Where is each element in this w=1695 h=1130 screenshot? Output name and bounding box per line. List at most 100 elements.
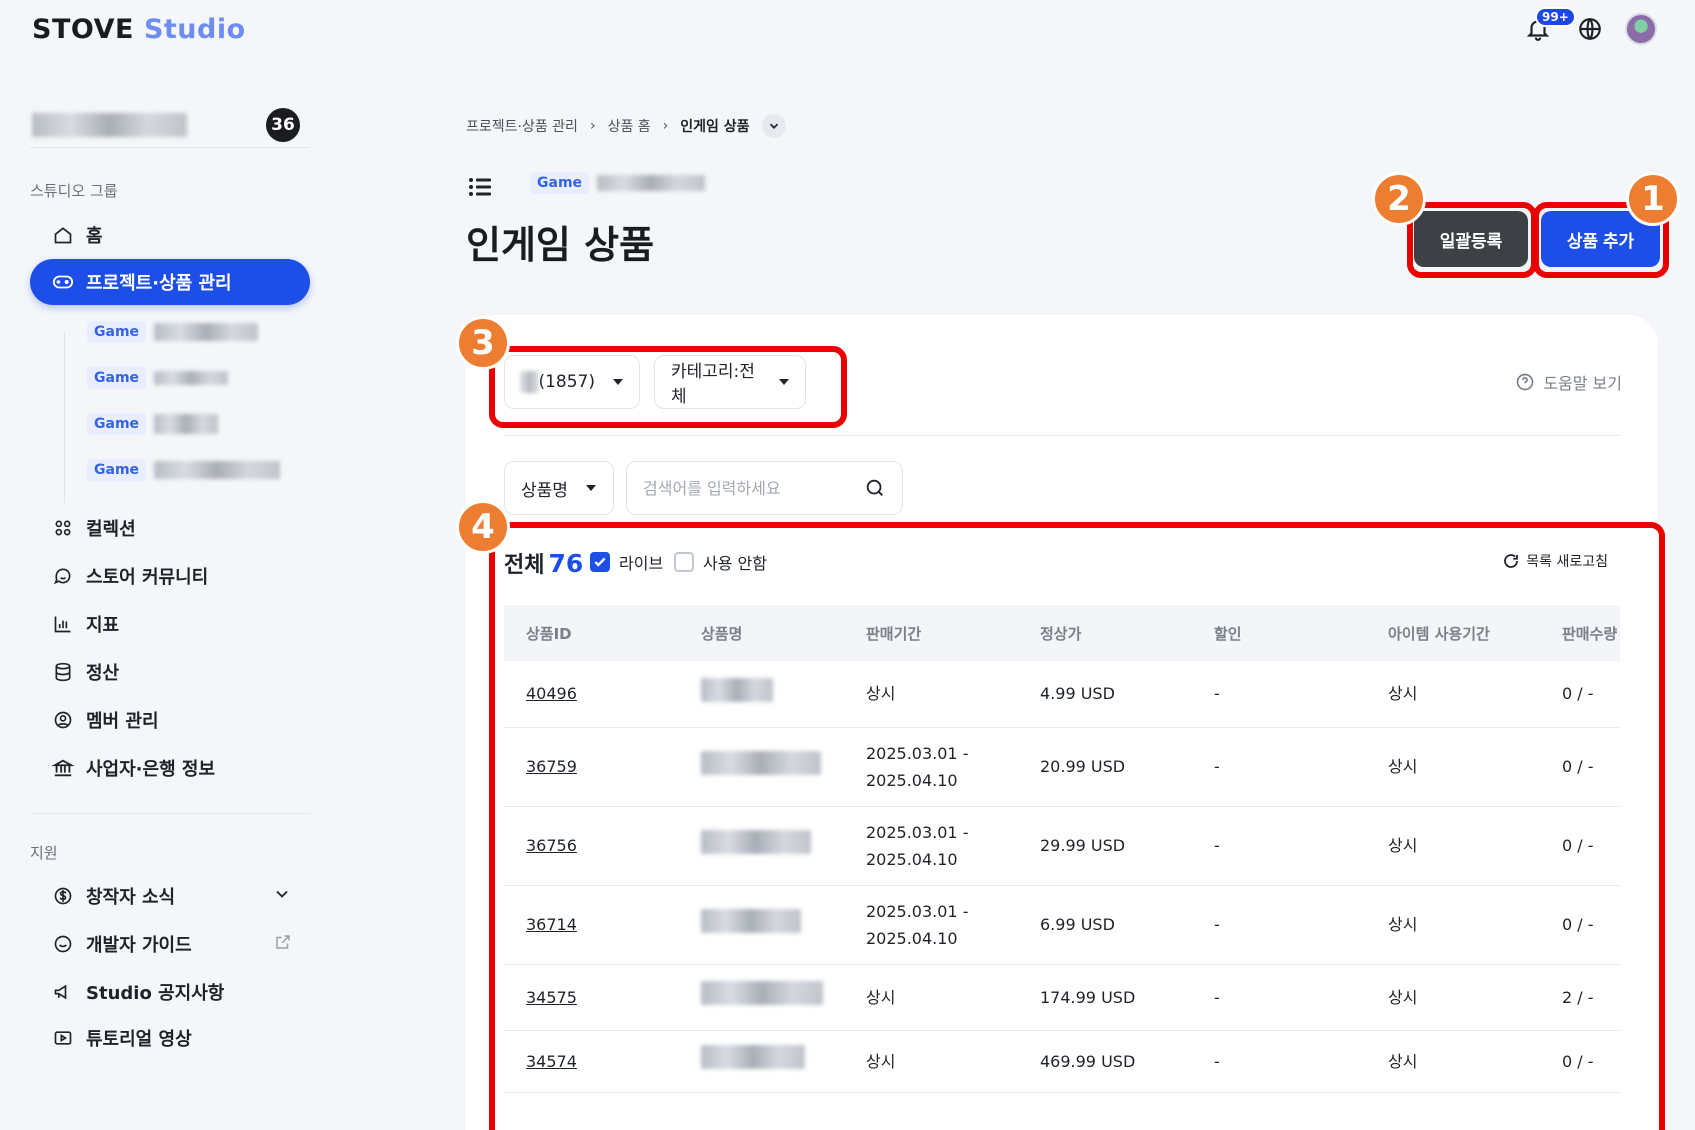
sidebar-divider: [30, 147, 310, 148]
refresh-label: 목록 새로고침: [1526, 554, 1608, 570]
sidebar-item-collection[interactable]: 컬렉션: [30, 505, 310, 551]
product-id-link[interactable]: 36759: [526, 757, 577, 776]
server-dropdown[interactable]: (1857): [504, 355, 640, 409]
search-icon[interactable]: [864, 477, 886, 499]
sidebar-game-4[interactable]: Game: [87, 456, 281, 484]
annotation-marker-3: 3: [456, 316, 510, 370]
sale-period-start: 2025.03.01 -: [866, 901, 969, 921]
header-regular-price[interactable]: 정상가: [1018, 605, 1192, 661]
sold-count: 2 / -: [1540, 964, 1620, 1031]
search-box: [626, 461, 903, 515]
search-type-dropdown[interactable]: 상품명: [504, 461, 614, 515]
sidebar: 36 스튜디오 그룹 홈 프로젝트·상품 관리 Game Game Game G…: [0, 85, 320, 1130]
sold-count: 0 / -: [1540, 661, 1620, 728]
game-chip: Game: [87, 321, 147, 343]
header-discount[interactable]: 할인: [1192, 605, 1366, 661]
notification-button[interactable]: 99+: [1521, 7, 1576, 46]
breadcrumb-product-home[interactable]: 상품 홈: [608, 116, 651, 136]
live-label: 라이브: [619, 554, 664, 573]
sidebar-item-label: 튜토리얼 영상: [86, 1029, 192, 1050]
product-name-blurred: [701, 908, 801, 933]
question-circle-icon: [1516, 373, 1534, 391]
product-id-link[interactable]: 34575: [526, 988, 577, 1007]
table-row[interactable]: 36756 2025.03.01 - 2025.04.10 29.99 USD -…: [504, 806, 1620, 886]
logo-stove: STOVE: [32, 14, 134, 45]
chat-icon: [52, 565, 74, 587]
table-row[interactable]: 34575 상시 174.99 USD - 상시 2 / -: [504, 964, 1620, 1031]
category-label: 카테고리:전체: [671, 362, 755, 407]
sale-period-start: 2025.03.01 -: [866, 743, 969, 763]
chevron-down-icon[interactable]: [272, 884, 292, 909]
language-button[interactable]: [1573, 12, 1607, 46]
sale-period-end: 2025.04.10: [866, 849, 958, 869]
sidebar-game-1[interactable]: Game: [87, 318, 259, 346]
product-id-link[interactable]: 36714: [526, 915, 577, 934]
home-icon: [52, 224, 74, 246]
header-product-id[interactable]: 상품ID: [504, 605, 679, 661]
sidebar-item-tutorial[interactable]: 튜토리얼 영상: [30, 1015, 310, 1061]
discount: -: [1192, 661, 1366, 728]
sidebar-item-creator-news[interactable]: 창작자 소식: [30, 873, 310, 919]
product-id-link[interactable]: 40496: [526, 684, 577, 703]
sidebar-item-metrics[interactable]: 지표: [30, 601, 310, 647]
sidebar-item-business-bank[interactable]: 사업자·은행 정보: [30, 745, 310, 791]
table-row[interactable]: 36759 2025.03.01 - 2025.04.10 20.99 USD -…: [504, 727, 1620, 807]
game-chip: Game: [87, 367, 147, 389]
table-row[interactable]: 34574 상시 469.99 USD - 상시 0 / -: [504, 1030, 1620, 1093]
regular-price: 29.99 USD: [1018, 806, 1192, 886]
item-use-period: 상시: [1366, 727, 1540, 807]
header-product-name[interactable]: 상품명: [679, 605, 844, 661]
sold-count: 0 / -: [1540, 1030, 1620, 1093]
stove-studio-logo[interactable]: STOVE Studio: [32, 14, 246, 45]
regular-price: 174.99 USD: [1018, 964, 1192, 1031]
checkbox-unchecked[interactable]: [674, 552, 694, 572]
sidebar-item-members[interactable]: 멤버 관리: [30, 697, 310, 743]
breadcrumb-project[interactable]: 프로젝트·상품 관리: [466, 116, 578, 136]
bulk-register-button[interactable]: 일괄등록: [1414, 211, 1528, 267]
annotation-marker-2: 2: [1372, 172, 1426, 226]
sale-period: 상시: [866, 684, 896, 704]
sidebar-item-notice[interactable]: Studio 공지사항: [30, 969, 310, 1015]
studio-count-badge: 36: [266, 108, 300, 142]
breadcrumb-dropdown-button[interactable]: [761, 114, 786, 138]
globe-icon: [1579, 18, 1601, 40]
external-link-icon: [274, 933, 292, 956]
item-use-period: 상시: [1366, 964, 1540, 1031]
list-menu-icon[interactable]: [468, 176, 492, 202]
table-row[interactable]: 36714 2025.03.01 -2025.04.10 6.99 USD - …: [504, 885, 1620, 965]
sold-count: 0 / -: [1540, 806, 1620, 886]
header-item-period[interactable]: 아이템 사용기간: [1366, 605, 1540, 661]
search-input[interactable]: [643, 478, 843, 498]
live-checkbox[interactable]: 라이브: [590, 550, 663, 574]
sidebar-item-project-product[interactable]: 프로젝트·상품 관리: [30, 259, 310, 305]
checkbox-checked[interactable]: [590, 552, 610, 572]
sidebar-item-home[interactable]: 홈: [30, 212, 310, 258]
product-name-blurred: [701, 1045, 805, 1069]
item-use-period: 상시: [1366, 661, 1540, 728]
database-icon: [52, 661, 74, 683]
sidebar-item-dev-guide[interactable]: 개발자 가이드: [30, 921, 310, 967]
sidebar-item-label: Studio 공지사항: [86, 983, 225, 1004]
sidebar-item-community[interactable]: 스토어 커뮤니티: [30, 553, 310, 599]
annotation-marker-4: 4: [456, 500, 510, 554]
regular-price: 469.99 USD: [1018, 1030, 1192, 1093]
game-name-blurred: [597, 175, 706, 191]
regular-price: 20.99 USD: [1018, 727, 1192, 807]
avatar[interactable]: [1625, 13, 1657, 45]
grid-icon: [52, 517, 74, 539]
sidebar-item-settlement[interactable]: 정산: [30, 649, 310, 695]
table-row[interactable]: 40496 상시 4.99 USD - 상시 0 / -: [504, 661, 1620, 728]
studio-selector[interactable]: 36: [30, 105, 310, 145]
server-count: (1857): [538, 372, 595, 392]
product-id-link[interactable]: 34574: [526, 1052, 577, 1071]
refresh-list-button[interactable]: 목록 새로고침: [1502, 551, 1608, 571]
sidebar-game-2[interactable]: Game: [87, 364, 229, 392]
category-dropdown[interactable]: 카테고리:전체: [654, 355, 806, 409]
help-link[interactable]: 도움말 보기: [1515, 370, 1622, 394]
logo-studio: Studio: [143, 14, 246, 45]
unused-checkbox[interactable]: 사용 안함: [674, 550, 767, 574]
product-id-link[interactable]: 36756: [526, 836, 577, 855]
header-sold-count[interactable]: 판매수량: [1540, 605, 1620, 661]
sidebar-game-3[interactable]: Game: [87, 410, 219, 438]
header-sale-period[interactable]: 판매기간: [844, 605, 1018, 661]
